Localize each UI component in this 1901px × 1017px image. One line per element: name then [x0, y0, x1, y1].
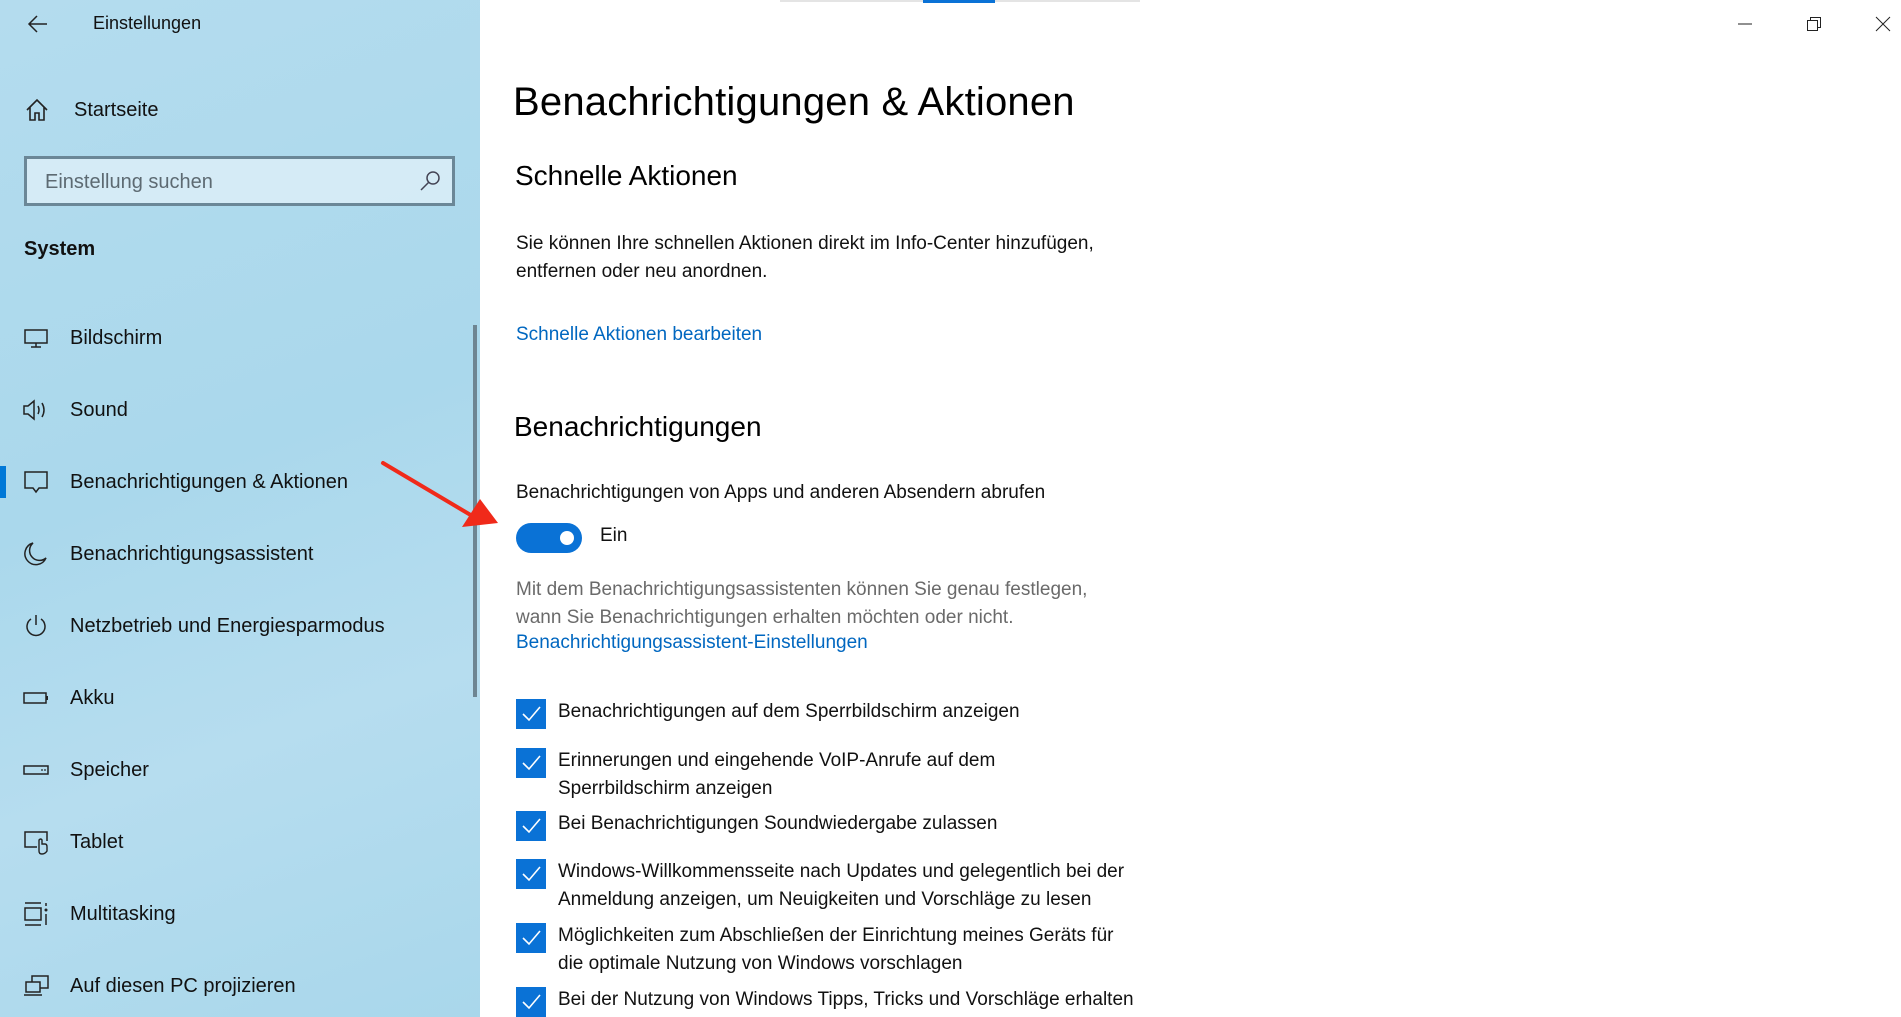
close-icon [1875, 16, 1891, 32]
selected-indicator [0, 466, 6, 498]
checkmark-icon [522, 755, 541, 771]
checkbox-row[interactable]: Windows-Willkommensseite nach Updates un… [516, 858, 1208, 914]
page-title: Benachrichtigungen & Aktionen [513, 80, 1075, 124]
toggle-state-label: Ein [600, 525, 628, 546]
sidebar-item-label: Auf diesen PC projizieren [70, 974, 296, 997]
checkbox-label: Möglichkeiten zum Abschließen der Einric… [558, 922, 1208, 978]
tablet-icon [22, 828, 50, 856]
checkbox-row[interactable]: Erinnerungen und eingehende VoIP-Anrufe … [516, 747, 1208, 803]
sidebar-item-benachrichtigungen-aktionen[interactable]: Benachrichtigungen & Aktionen [0, 454, 470, 510]
sidebar-item-label: Benachrichtigungsassistent [70, 542, 314, 565]
section-label-system: System [24, 238, 96, 260]
checkbox-tips[interactable] [516, 987, 546, 1017]
toggle-knob [560, 531, 574, 545]
storage-icon [22, 756, 50, 784]
assistant-description-line1: Mit dem Benachrichtigungsassistenten kön… [516, 579, 1088, 600]
checkmark-icon [522, 994, 541, 1010]
checkbox-label-line: die optimale Nutzung von Windows vorschl… [558, 953, 963, 974]
sidebar-item-label: Benachrichtigungen & Aktionen [70, 470, 348, 493]
sidebar-item-netzbetrieb[interactable]: Netzbetrieb und Energiesparmodus [0, 598, 470, 654]
quick-actions-description-line2: entfernen oder neu anordnen. [516, 261, 768, 282]
sidebar-scrollbar[interactable] [473, 325, 477, 697]
checkbox-label-line: Sperrbildschirm anzeigen [558, 778, 773, 799]
sidebar-item-tablet[interactable]: Tablet [0, 814, 470, 870]
checkbox-row[interactable]: Bei Benachrichtigungen Soundwiedergabe z… [516, 810, 1208, 841]
back-button[interactable] [26, 12, 50, 36]
arrow-left-icon [27, 15, 47, 33]
sidebar-item-bildschirm[interactable]: Bildschirm [0, 310, 470, 366]
message-icon [22, 468, 50, 496]
home-label: Startseite [74, 98, 159, 121]
notifications-toggle[interactable] [516, 523, 582, 553]
checkbox-label-line: Bei Benachrichtigungen Soundwiedergabe z… [558, 813, 998, 834]
checkbox-label-line: Benachrichtigungen auf dem Sperrbildschi… [558, 701, 1020, 722]
search-box[interactable] [24, 156, 455, 206]
checkbox-voip[interactable] [516, 748, 546, 778]
sidebar-item-projizieren[interactable]: Auf diesen PC projizieren [0, 958, 470, 1014]
multitasking-icon [22, 900, 50, 928]
sidebar-item-benachrichtigungsassistent[interactable]: Benachrichtigungsassistent [0, 526, 470, 582]
checkbox-lockscreen[interactable] [516, 699, 546, 729]
checkbox-sound[interactable] [516, 811, 546, 841]
checkbox-setup-suggestions[interactable] [516, 923, 546, 953]
checkmark-icon [522, 818, 541, 834]
restore-button[interactable] [1781, 0, 1847, 48]
sidebar-item-label: Bildschirm [70, 326, 163, 349]
sidebar-item-akku[interactable]: Akku [0, 670, 470, 726]
checkmark-icon [522, 930, 541, 946]
sidebar-item-label: Multitasking [70, 902, 176, 925]
restore-icon [1807, 17, 1821, 31]
checkbox-label: Benachrichtigungen auf dem Sperrbildschi… [558, 698, 1208, 729]
project-icon [22, 972, 50, 1000]
top-tab-strip [780, 0, 1140, 3]
monitor-icon [22, 324, 50, 352]
sidebar-item-speicher[interactable]: Speicher [0, 742, 470, 798]
checkbox-row[interactable]: Benachrichtigungen auf dem Sperrbildschi… [516, 698, 1208, 729]
checkmark-icon [522, 706, 541, 722]
checkbox-label: Windows-Willkommensseite nach Updates un… [558, 858, 1208, 914]
sidebar-item-label: Sound [70, 398, 128, 421]
checkmark-icon [522, 866, 541, 882]
sidebar-item-label: Netzbetrieb und Energiesparmodus [70, 614, 385, 637]
search-icon[interactable] [418, 169, 442, 193]
checkbox-label-line: Bei der Nutzung von Windows Tipps, Trick… [558, 989, 1134, 1010]
assistant-settings-link[interactable]: Benachrichtigungsassistent-Einstellungen [516, 632, 868, 654]
minimize-icon [1738, 23, 1752, 25]
speaker-icon [22, 396, 50, 424]
power-icon [22, 612, 50, 640]
app-title: Einstellungen [93, 13, 202, 33]
checkbox-label-line: Anmeldung anzeigen, um Neuigkeiten und V… [558, 889, 1092, 910]
active-tab-indicator [923, 0, 995, 3]
checkbox-welcome[interactable] [516, 859, 546, 889]
checkbox-label-line: Möglichkeiten zum Abschließen der Einric… [558, 925, 1114, 946]
quick-actions-description: Sie können Ihre schnellen Aktionen direk… [516, 230, 1094, 286]
checkbox-label-line: Erinnerungen und eingehende VoIP-Anrufe … [558, 750, 996, 771]
sidebar-item-label: Tablet [70, 830, 124, 853]
notifications-toggle-label: Benachrichtigungen von Apps und anderen … [516, 482, 1046, 503]
checkbox-label: Bei Benachrichtigungen Soundwiedergabe z… [558, 810, 1208, 841]
checkbox-row[interactable]: Bei der Nutzung von Windows Tipps, Trick… [516, 986, 1208, 1017]
assistant-description-line2: wann Sie Benachrichtigungen erhalten möc… [516, 607, 1014, 628]
checkbox-label: Erinnerungen und eingehende VoIP-Anrufe … [558, 747, 1208, 803]
sidebar-item-label: Akku [70, 686, 115, 709]
moon-icon [22, 540, 50, 568]
checkbox-label-line: Windows-Willkommensseite nach Updates un… [558, 861, 1125, 882]
quick-actions-heading: Schnelle Aktionen [515, 160, 738, 191]
close-button[interactable] [1850, 0, 1901, 48]
sidebar-home[interactable]: Startseite [24, 94, 158, 126]
sidebar: Einstellungen Startseite System Bildschi… [0, 0, 480, 1017]
home-icon [26, 98, 48, 121]
search-input[interactable] [43, 159, 407, 205]
sidebar-item-label: Speicher [70, 758, 149, 781]
notifications-heading: Benachrichtigungen [514, 411, 762, 442]
minimize-button[interactable] [1712, 0, 1778, 48]
sidebar-item-sound[interactable]: Sound [0, 382, 470, 438]
battery-icon [22, 684, 50, 712]
edit-quick-actions-link[interactable]: Schnelle Aktionen bearbeiten [516, 324, 762, 346]
quick-actions-description-line1: Sie können Ihre schnellen Aktionen direk… [516, 233, 1094, 254]
sidebar-item-multitasking[interactable]: Multitasking [0, 886, 470, 942]
assistant-description: Mit dem Benachrichtigungsassistenten kön… [516, 576, 1087, 632]
checkbox-label: Bei der Nutzung von Windows Tipps, Trick… [558, 986, 1208, 1017]
checkbox-row[interactable]: Möglichkeiten zum Abschließen der Einric… [516, 922, 1208, 978]
